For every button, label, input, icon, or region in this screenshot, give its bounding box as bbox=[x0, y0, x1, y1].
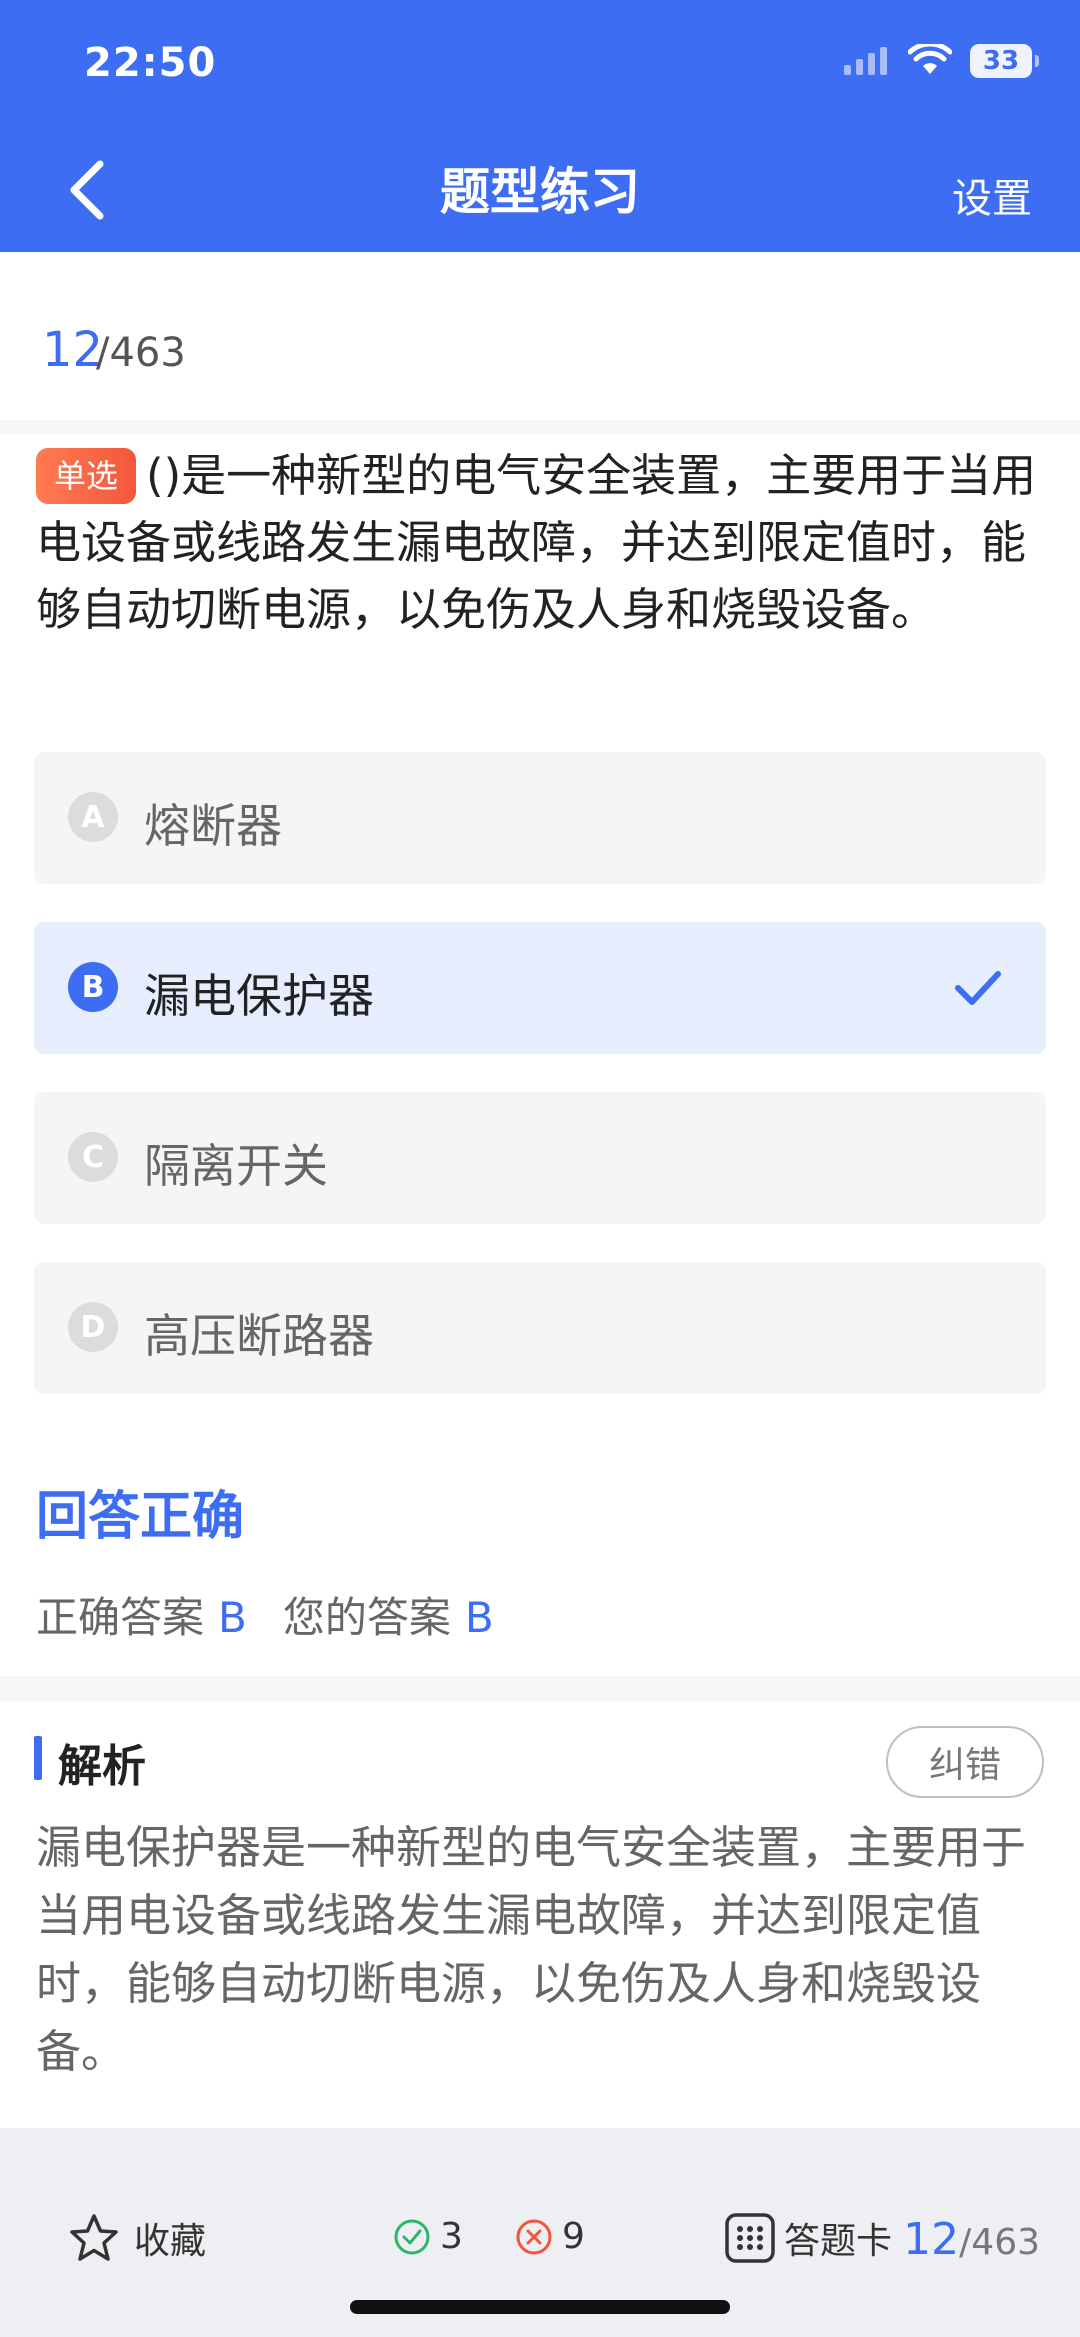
wrong-circle-icon bbox=[516, 2219, 552, 2254]
option-label: 熔断器 bbox=[144, 799, 282, 853]
favorite-button[interactable]: 收藏 bbox=[68, 2212, 206, 2264]
status-icons: 33 bbox=[842, 44, 1039, 78]
your-answer-label: 您的答案 bbox=[282, 1593, 451, 1642]
analysis-text: 漏电保护器是一种新型的电气安全装置，主要用于当用电设备或线路发生漏电故障，并达到… bbox=[36, 1821, 1027, 2078]
answer-card-button[interactable]: 答题卡 bbox=[724, 2212, 892, 2264]
report-error-button[interactable]: 纠错 bbox=[886, 1726, 1044, 1798]
progress-total: /463 bbox=[96, 330, 186, 376]
grid-icon bbox=[725, 2213, 775, 2263]
correct-answer-value: B bbox=[218, 1593, 247, 1642]
bottom-progress-total: /463 bbox=[959, 2222, 1040, 2263]
home-indicator[interactable] bbox=[350, 2300, 730, 2314]
settings-button[interactable]: 设置 bbox=[952, 166, 1032, 224]
correct-count-value: 3 bbox=[440, 2216, 463, 2257]
bottom-progress: 12/463 bbox=[903, 2214, 1040, 2265]
question-text: ()是一种新型的电气安全装置，主要用于当用电设备或线路发生漏电故障，并达到限定值… bbox=[36, 449, 1037, 636]
correct-answer-label: 正确答案 bbox=[36, 1593, 205, 1642]
bottom-progress-current: 12 bbox=[903, 2214, 960, 2265]
section-divider bbox=[0, 1676, 1080, 1702]
option-c[interactable]: C 隔离开关 bbox=[34, 1092, 1046, 1224]
question-type-tag: 单选 bbox=[36, 448, 137, 504]
option-d[interactable]: D 高压断路器 bbox=[34, 1262, 1046, 1394]
app-header: 22:50 33 题型练习 设置 bbox=[0, 0, 1080, 252]
answer-card-label: 答题卡 bbox=[784, 2221, 893, 2262]
battery-icon: 33 bbox=[970, 44, 1039, 78]
result-title: 回答正确 bbox=[36, 1487, 245, 1547]
option-b[interactable]: B 漏电保护器 bbox=[34, 922, 1046, 1054]
option-a[interactable]: A 熔断器 bbox=[34, 752, 1046, 884]
option-label: 漏电保护器 bbox=[144, 969, 374, 1023]
correct-circle-icon bbox=[394, 2219, 430, 2254]
favorite-label: 收藏 bbox=[134, 2221, 207, 2262]
wifi-icon bbox=[908, 44, 952, 74]
progress-current: 12 bbox=[42, 322, 104, 378]
option-letter: A bbox=[68, 792, 118, 842]
your-answer-value: B bbox=[464, 1593, 494, 1642]
status-time: 22:50 bbox=[84, 40, 217, 86]
question-text-block: 单选 ()是一种新型的电气安全装置，主要用于当用电设备或线路发生漏电故障，并达到限… bbox=[36, 442, 1046, 643]
analysis-title: 解析 bbox=[58, 1741, 146, 1792]
correct-count: 3 bbox=[392, 2216, 463, 2257]
analysis-accent-bar bbox=[34, 1736, 42, 1780]
signal-icon bbox=[844, 47, 887, 75]
star-icon bbox=[70, 2214, 118, 2261]
question-progress: 12 /463 bbox=[0, 252, 1080, 434]
wrong-count-value: 9 bbox=[562, 2216, 585, 2257]
option-letter: D bbox=[68, 1302, 118, 1352]
answer-summary: 正确答案 B 您的答案 B bbox=[36, 1584, 530, 1645]
wrong-count: 9 bbox=[514, 2216, 585, 2257]
option-letter: C bbox=[68, 1132, 118, 1182]
page-title: 题型练习 bbox=[440, 163, 640, 221]
option-label: 高压断路器 bbox=[144, 1309, 374, 1363]
check-icon bbox=[955, 971, 1001, 1005]
option-label: 隔离开关 bbox=[144, 1139, 328, 1193]
option-letter: B bbox=[68, 962, 118, 1012]
